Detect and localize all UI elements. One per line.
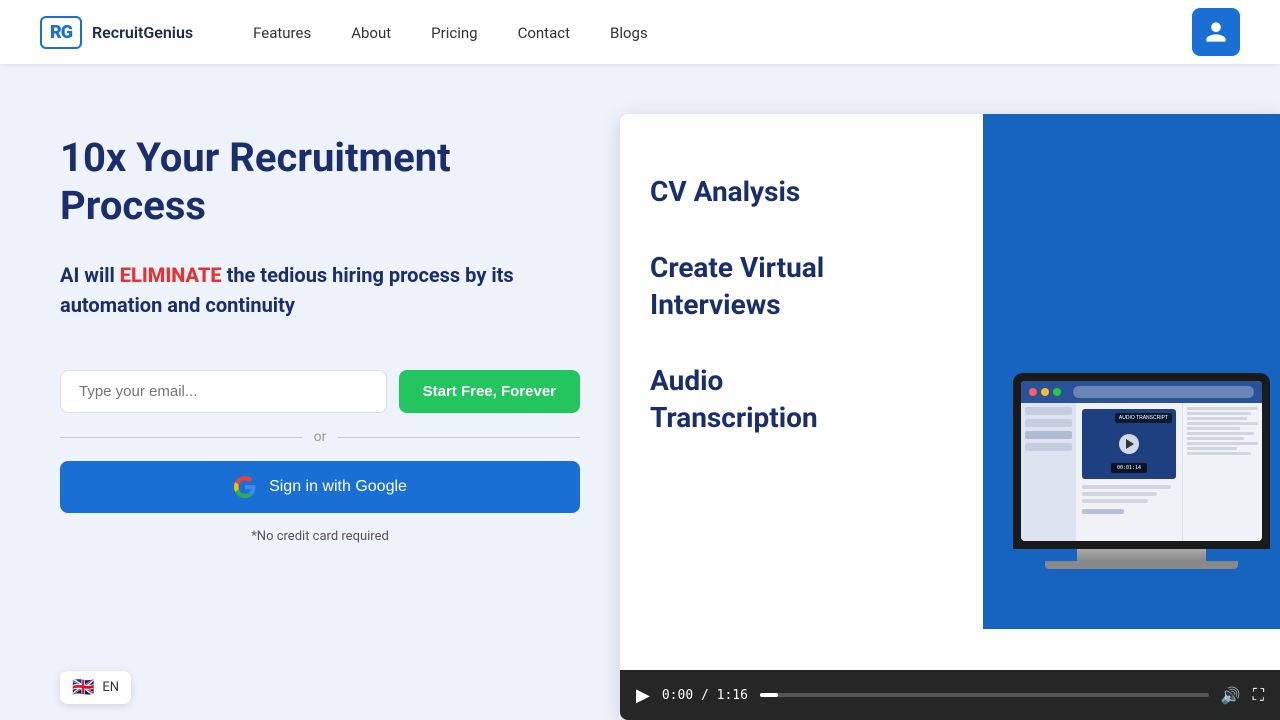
google-signin-label: Sign in with Google xyxy=(269,478,407,496)
feature-item-virtual: Create VirtualInterviews xyxy=(650,250,953,323)
feature-list-panel: CV Analysis Create VirtualInterviews Aud… xyxy=(620,114,983,720)
left-section: 10x Your Recruitment Process AI will ELI… xyxy=(60,124,580,544)
progress-bar[interactable] xyxy=(760,693,1209,697)
email-form: Start Free, Forever xyxy=(60,370,580,413)
fullscreen-button[interactable]: ⛶ xyxy=(1253,685,1264,705)
user-icon xyxy=(1204,20,1228,44)
language-selector[interactable]: 🇬🇧 EN xyxy=(60,671,131,704)
screen-video-thumb: AUDIO TRANSCRIPT 00:01:14 xyxy=(1082,409,1176,479)
feature-list: CV Analysis Create VirtualInterviews Aud… xyxy=(650,154,953,436)
nav-contact[interactable]: Contact xyxy=(518,24,570,42)
nav-blogs[interactable]: Blogs xyxy=(610,24,648,42)
video-controls: ▶ 0:00 / 1:16 🔊 ⛶ xyxy=(620,670,1280,720)
divider-row: or xyxy=(60,429,580,445)
no-credit-text: *No credit card required xyxy=(60,529,580,544)
video-right-panel: AUDIO TRANSCRIPT 00:01:14 xyxy=(983,114,1280,629)
divider-line-left xyxy=(60,437,302,438)
video-container: CV Analysis Create VirtualInterviews Aud… xyxy=(620,114,1280,720)
navbar: RG RecruitGenius Features About Pricing … xyxy=(0,0,1280,64)
screen-label: AUDIO TRANSCRIPT xyxy=(1115,413,1172,423)
volume-button[interactable]: 🔊 xyxy=(1221,686,1241,705)
subheadline: AI will ELIMINATE the tedious hiring pro… xyxy=(60,260,580,320)
right-section: CV Analysis Create VirtualInterviews Aud… xyxy=(620,124,1220,720)
language-text: EN xyxy=(102,680,119,695)
logo-box: RG xyxy=(40,16,82,49)
nav-about[interactable]: About xyxy=(351,24,391,42)
feature-item-audio: AudioTranscription xyxy=(650,363,953,436)
play-button[interactable]: ▶ xyxy=(636,685,650,706)
logo-rg-text: RG xyxy=(50,22,72,43)
logo[interactable]: RG RecruitGenius xyxy=(40,16,193,49)
video-time: 0:00 / 1:16 xyxy=(662,688,748,703)
divider-line-right xyxy=(338,437,580,438)
flag-icon: 🇬🇧 xyxy=(72,677,94,698)
google-icon xyxy=(233,475,257,499)
subheadline-prefix: AI will xyxy=(60,263,120,287)
divider-text: or xyxy=(314,429,327,445)
nav-features[interactable]: Features xyxy=(253,24,311,42)
google-signin-button[interactable]: Sign in with Google xyxy=(60,461,580,513)
start-free-button[interactable]: Start Free, Forever xyxy=(399,370,580,413)
progress-fill xyxy=(760,693,778,697)
main-headline: 10x Your Recruitment Process xyxy=(60,134,580,230)
nav-links: Features About Pricing Contact Blogs xyxy=(253,23,1192,42)
email-input[interactable] xyxy=(60,370,387,413)
user-account-button[interactable] xyxy=(1192,8,1240,56)
feature-item-cv: CV Analysis xyxy=(650,174,953,210)
screen-timer: 00:01:14 xyxy=(1111,463,1147,473)
nav-pricing[interactable]: Pricing xyxy=(431,24,477,42)
subheadline-highlight: ELIMINATE xyxy=(120,263,222,287)
logo-name: RecruitGenius xyxy=(92,23,193,42)
main-content: 10x Your Recruitment Process AI will ELI… xyxy=(0,64,1280,720)
computer-mockup: AUDIO TRANSCRIPT 00:01:14 xyxy=(1013,373,1270,569)
